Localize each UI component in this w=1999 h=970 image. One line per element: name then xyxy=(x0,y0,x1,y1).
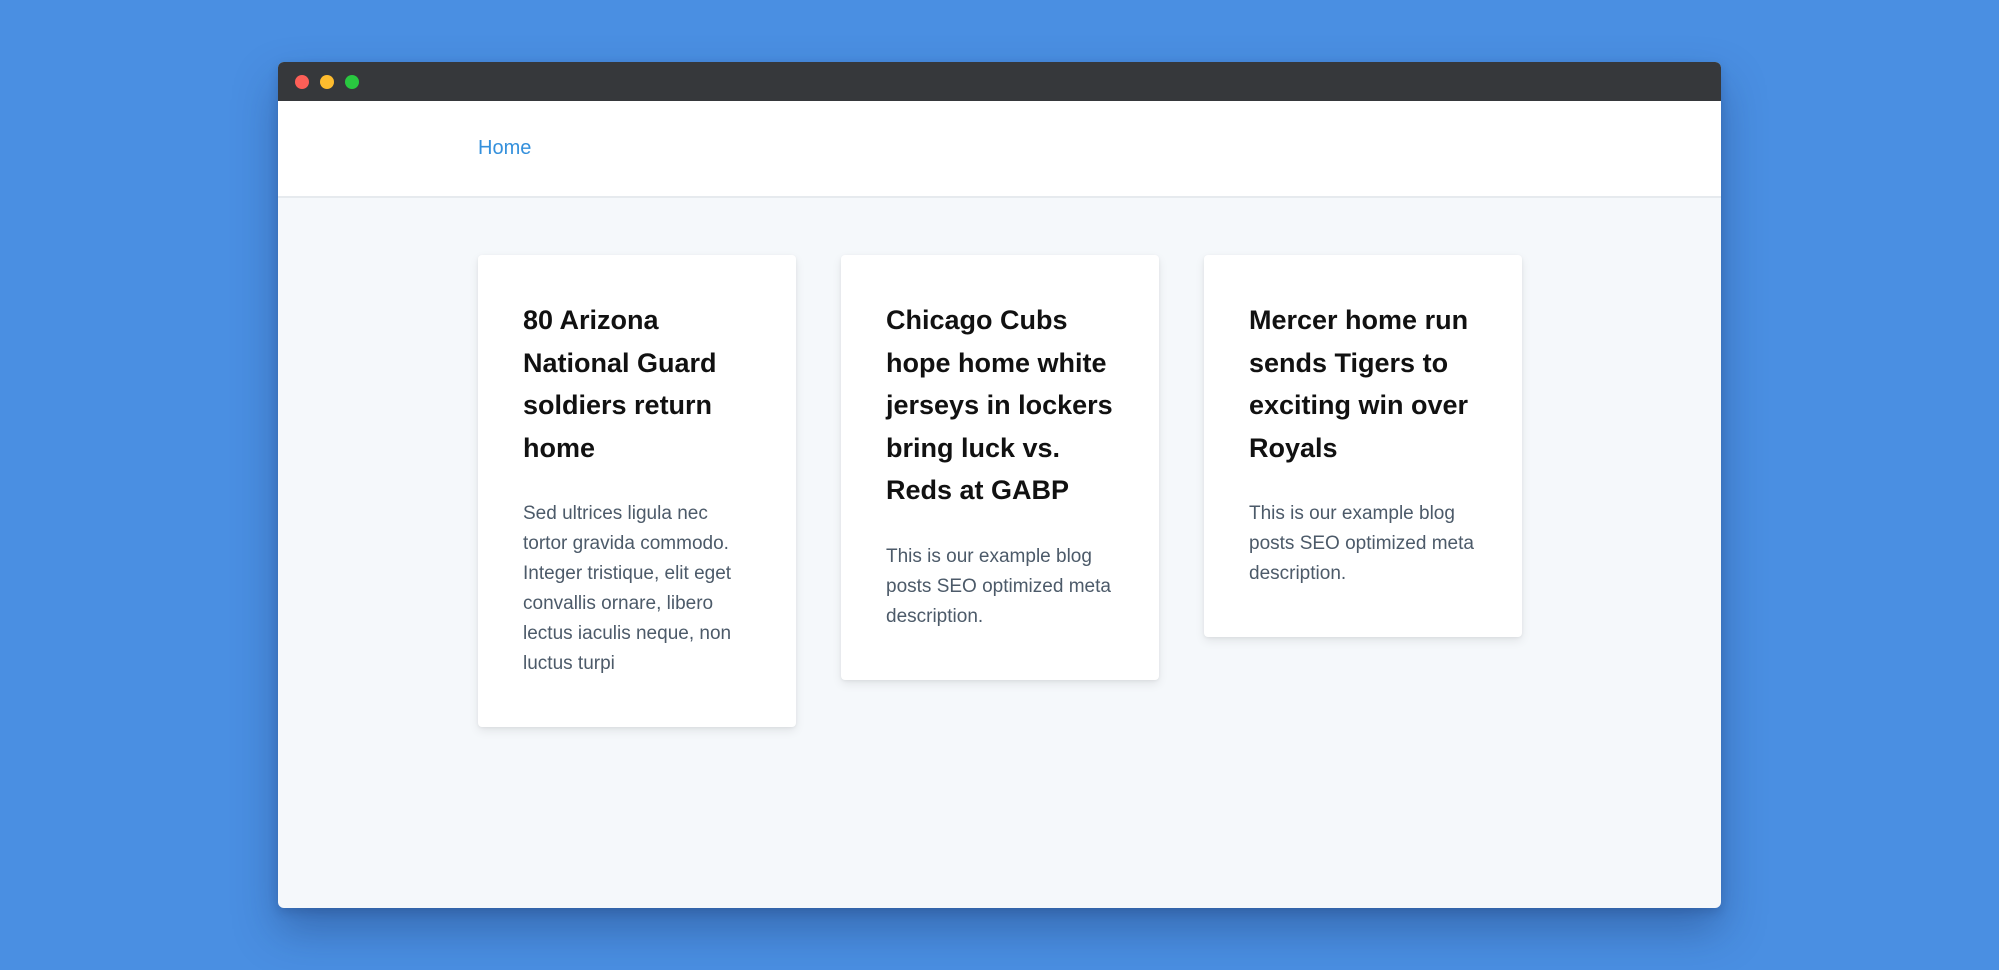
post-title[interactable]: Mercer home run sends Tigers to exciting… xyxy=(1249,299,1478,469)
post-card[interactable]: 80 Arizona National Guard soldiers retur… xyxy=(478,255,796,727)
close-window-icon[interactable] xyxy=(295,75,309,89)
minimize-window-icon[interactable] xyxy=(320,75,334,89)
post-title[interactable]: Chicago Cubs hope home white jerseys in … xyxy=(886,299,1115,512)
zoom-window-icon[interactable] xyxy=(345,75,359,89)
site-navbar: Home xyxy=(278,101,1721,198)
post-description: This is our example blog posts SEO optim… xyxy=(886,545,1111,627)
nav-home-link[interactable]: Home xyxy=(478,137,531,160)
browser-window: Home 80 Arizona National Guard soldiers … xyxy=(278,62,1721,908)
post-description: Sed ultrices ligula nec tortor gravida c… xyxy=(523,503,732,674)
post-title[interactable]: 80 Arizona National Guard soldiers retur… xyxy=(523,299,752,469)
post-description: This is our example blog posts SEO optim… xyxy=(1249,503,1474,584)
post-card[interactable]: Mercer home run sends Tigers to exciting… xyxy=(1204,255,1522,637)
window-titlebar xyxy=(278,62,1721,101)
post-card-list: 80 Arizona National Guard soldiers retur… xyxy=(478,255,1522,727)
post-card[interactable]: Chicago Cubs hope home white jerseys in … xyxy=(841,255,1159,680)
